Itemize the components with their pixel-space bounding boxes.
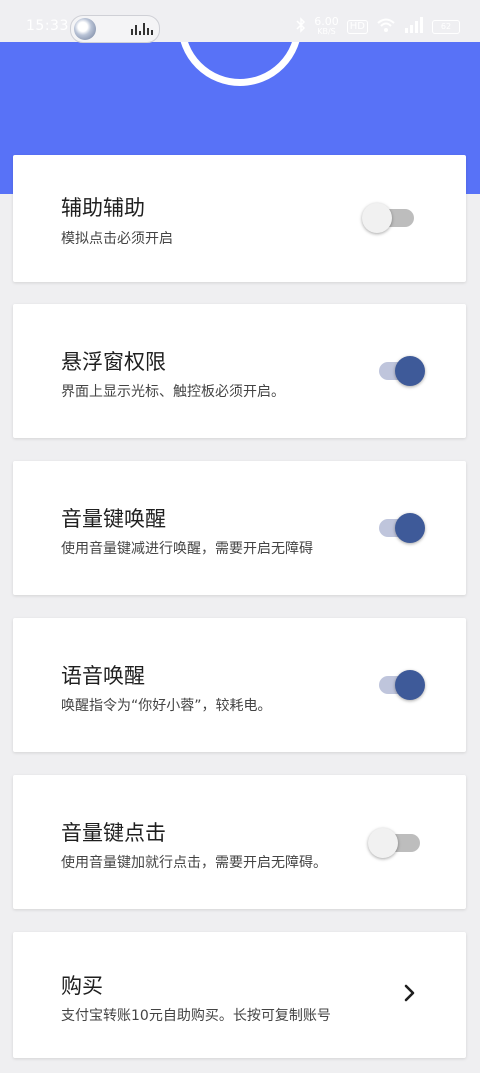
status-icons: 6.00 KB/S HD 62	[296, 14, 460, 40]
setting-description: 模拟点击必须开启	[61, 231, 173, 247]
setting-description: 使用音量键加就行点击，需要开启无障碍。	[61, 855, 327, 871]
status-bar: 15:33 6.00 KB/S HD 62	[0, 0, 480, 43]
toggle-thumb	[362, 203, 392, 233]
setting-description: 界面上显示光标、触控板必须开启。	[61, 384, 285, 400]
media-avatar	[74, 18, 96, 40]
status-time: 15:33	[26, 18, 69, 34]
toggle-thumb	[395, 356, 425, 386]
battery-icon: 62	[432, 20, 460, 34]
setting-card-volume-wake[interactable]: 音量键唤醒 使用音量键减进行唤醒，需要开启无障碍	[13, 461, 466, 595]
setting-card-floating-window[interactable]: 悬浮窗权限 界面上显示光标、触控板必须开启。	[13, 304, 466, 438]
purchase-title: 购买	[61, 974, 103, 998]
hd-badge: HD	[346, 20, 368, 34]
bluetooth-icon	[296, 17, 306, 37]
purchase-card[interactable]: 购买 支付宝转账10元自助购买。长按可复制账号	[13, 932, 466, 1058]
setting-description: 唤醒指令为“你好小蓉”，较耗电。	[61, 698, 272, 714]
setting-card-voice-wake[interactable]: 语音唤醒 唤醒指令为“你好小蓉”，较耗电。	[13, 618, 466, 752]
setting-title: 语音唤醒	[61, 664, 145, 688]
purchase-description: 支付宝转账10元自助购买。长按可复制账号	[61, 1008, 331, 1024]
setting-card-accessibility[interactable]: 辅助辅助 模拟点击必须开启	[13, 155, 466, 282]
setting-card-volume-click[interactable]: 音量键点击 使用音量键加就行点击，需要开启无障碍。	[13, 775, 466, 909]
setting-title: 辅助辅助	[61, 196, 145, 220]
toggle-thumb	[368, 828, 398, 858]
signal-icon	[404, 17, 424, 37]
setting-title: 音量键点击	[61, 821, 166, 845]
setting-title: 悬浮窗权限	[61, 350, 166, 374]
net-speed-unit: KB/S	[317, 27, 336, 36]
toggle-thumb	[395, 513, 425, 543]
media-indicator-pill[interactable]	[70, 15, 160, 43]
net-speed: 6.00 KB/S	[314, 15, 339, 37]
audio-wave-icon	[131, 23, 153, 35]
net-speed-value: 6.00	[314, 15, 339, 28]
wifi-icon	[376, 17, 396, 37]
setting-title: 音量键唤醒	[61, 507, 166, 531]
toggle-thumb	[395, 670, 425, 700]
chevron-right-icon[interactable]	[401, 981, 419, 1005]
setting-description: 使用音量键减进行唤醒，需要开启无障碍	[61, 541, 313, 557]
